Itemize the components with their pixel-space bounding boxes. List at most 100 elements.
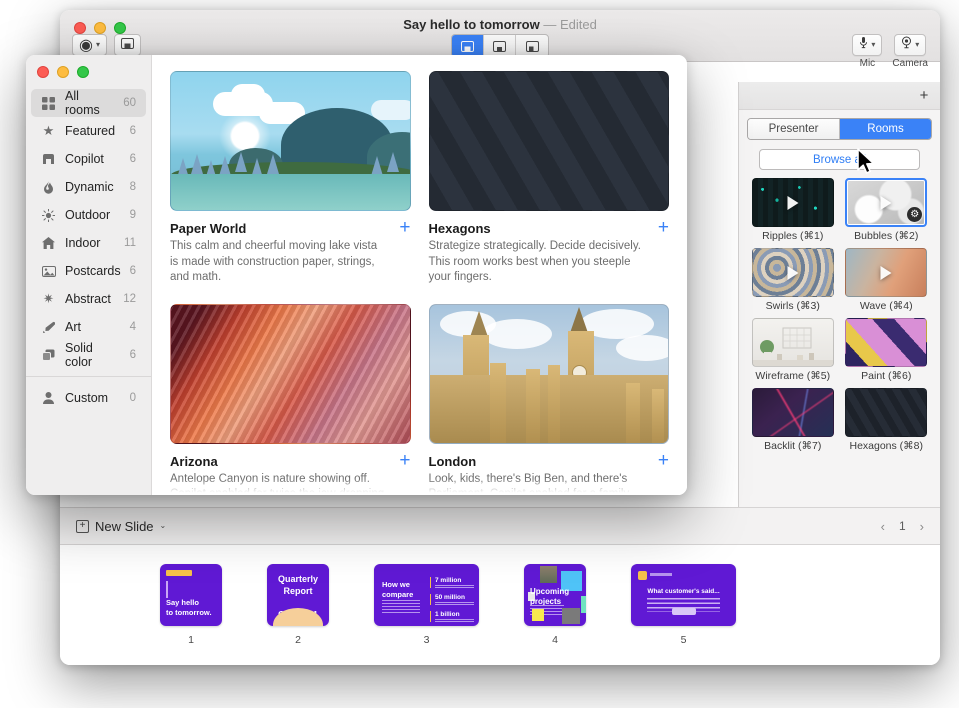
browse-all-button[interactable]: Browse all [759,149,920,170]
sidebar-item-solid-color[interactable]: Solid color 6 [31,341,146,369]
microphone-icon [859,36,868,54]
slide-thumbnail[interactable]: Upcomingprojects [524,564,586,626]
sidebar-item-all-rooms[interactable]: All rooms 60 [31,89,146,117]
sidebar-item-count: 6 [130,349,136,361]
view-mode-outline[interactable] [484,35,516,57]
sidebar-item-copilot[interactable]: Copilot 6 [31,145,146,173]
room-item-swirls[interactable]: Swirls (⌘3) [751,248,835,312]
chooser-traffic-lights [37,66,89,78]
room-thumbnail[interactable] [845,388,927,437]
next-page-button[interactable]: › [920,519,924,534]
room-card-paper-world[interactable]: Paper World + This calm and cheerful mov… [170,71,411,286]
room-card-header: Hexagons + [429,221,670,236]
home-icon [41,237,56,249]
view-mode-navigator[interactable] [452,35,484,57]
sidebar-item-postcards[interactable]: Postcards 6 [31,257,146,285]
slide-item-1[interactable]: Say helloto tomorrow. 1 [160,564,222,646]
sidebar-item-abstract[interactable]: ✷ Abstract 12 [31,285,146,313]
room-card-hexagons[interactable]: Hexagons + Strategize strategically. Dec… [429,71,670,286]
slide-logo [638,571,647,580]
slide-button [672,608,696,615]
sidebar-divider [26,376,151,377]
room-thumbnail[interactable] [845,318,927,367]
inspector-tabs: Presenter Rooms [747,118,932,140]
sidebar-item-count: 60 [123,97,136,109]
room-label: Backlit (⌘7) [764,440,821,452]
document-edited-state: — Edited [543,17,596,32]
room-card-thumbnail[interactable] [170,71,411,211]
slide-heading: What customer's said... [631,588,736,595]
room-card-thumbnail[interactable] [170,304,411,444]
sidebar-item-indoor[interactable]: Indoor 11 [31,229,146,257]
camera-control[interactable]: ▾ Camera [892,34,928,69]
stat-value: 7 million [435,577,474,584]
slide-thumbnail[interactable]: Say helloto tomorrow. [160,564,222,626]
slide-title: QuarterlyReport [267,573,329,597]
add-slide-button[interactable] [114,34,141,56]
sidebar-item-label: Solid color [65,341,121,369]
slide-thumbnail[interactable]: QuarterlyReport Q4 – 2021 [267,564,329,626]
sidebar-item-label: Art [65,320,121,334]
chooser-minimize-button[interactable] [57,66,69,78]
view-mode-light-table[interactable] [516,35,548,57]
room-item-paint[interactable]: Paint (⌘6) [845,318,929,382]
room-item-backlit[interactable]: Backlit (⌘7) [751,388,835,452]
play-icon [787,196,798,210]
room-card-title: London [429,454,477,469]
slide-item-2[interactable]: QuarterlyReport Q4 – 2021 2 [267,564,329,646]
sidebar-item-dynamic[interactable]: Dynamic 8 [31,173,146,201]
cloud-decoration [371,100,411,120]
chevron-down-icon: ▾ [871,41,875,49]
sidebar-item-featured[interactable]: ★ Featured 6 [31,117,146,145]
sidebar-item-custom[interactable]: Custom 0 [31,384,146,412]
gear-icon[interactable]: ⚙ [907,207,922,222]
star-icon: ★ [41,123,56,139]
room-card-arizona[interactable]: Arizona + Antelope Canyon is nature show… [170,304,411,495]
tab-rooms[interactable]: Rooms [840,119,931,139]
slide-item-5[interactable]: What customer's said... 5 [631,564,736,646]
sidebar-item-count: 12 [123,293,136,305]
mic-control[interactable]: ▾ Mic [852,34,882,69]
room-thumbnail[interactable] [752,248,834,297]
photo-icon [41,266,56,277]
room-item-ripples[interactable]: Ripples (⌘1) [751,178,835,242]
room-thumbnail[interactable] [752,318,834,367]
add-room-button[interactable]: + [658,221,669,235]
tab-presenter[interactable]: Presenter [748,119,840,139]
room-thumbnail[interactable] [752,178,834,227]
rooms-inspector-panel: + Presenter Rooms Browse all Ripples (⌘1… [738,82,940,507]
chooser-close-button[interactable] [37,66,49,78]
slide-pager: ‹ 1 › [881,519,924,534]
room-thumbnail[interactable] [845,248,927,297]
chooser-sidebar: All rooms 60 ★ Featured 6 Copilot 6 Dyna… [26,55,152,495]
play-button[interactable]: ◉ ▾ [72,34,107,56]
prev-page-button[interactable]: ‹ [881,519,885,534]
sidebar-item-art[interactable]: Art 4 [31,313,146,341]
add-room-button[interactable]: + [399,221,410,235]
sidebar-item-outdoor[interactable]: Outdoor 9 [31,201,146,229]
slide-thumbnail[interactable]: How wecompare 7 million 50 million 1 bil… [374,564,479,626]
room-card-thumbnail[interactable] [429,304,670,444]
room-item-wave[interactable]: Wave (⌘4) [845,248,929,312]
room-card-thumbnail[interactable] [429,71,670,211]
new-slide-button[interactable]: + New Slide ⌄ [76,519,166,534]
chooser-zoom-button[interactable] [77,66,89,78]
room-item-hexagons[interactable]: Hexagons (⌘8) [845,388,929,452]
room-thumbnail[interactable]: ⚙ [845,178,927,227]
room-item-bubbles[interactable]: ⚙ Bubbles (⌘2) [845,178,929,242]
room-card-london[interactable]: London + Look, kids, there's Big Ben, an… [429,304,670,495]
toolbar-right-group: ▾ Mic ▾ Camera [852,34,928,69]
add-item-button[interactable]: + [914,87,934,105]
room-thumbnail[interactable] [752,388,834,437]
room-label: Paint (⌘6) [861,370,911,382]
slide-number: 1 [188,634,194,646]
add-room-button[interactable]: + [399,454,410,468]
camera-icon [901,36,912,54]
slide-item-3[interactable]: How wecompare 7 million 50 million 1 bil… [374,564,479,646]
camera-label: Camera [892,58,928,69]
slide-tag [166,570,192,576]
add-room-button[interactable]: + [658,454,669,468]
room-item-wireframe[interactable]: Wireframe (⌘5) [751,318,835,382]
slide-thumbnail[interactable]: What customer's said... [631,564,736,626]
slide-item-4[interactable]: Upcomingprojects 4 [524,564,586,646]
